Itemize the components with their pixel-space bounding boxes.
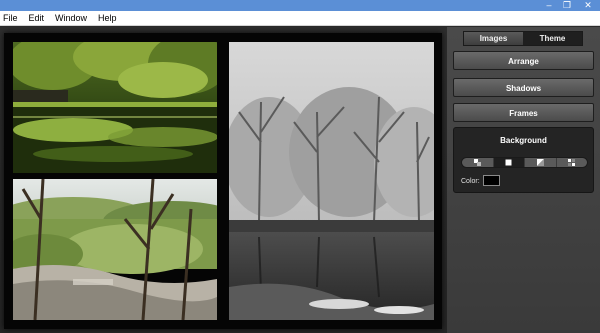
- solid-option[interactable]: [493, 158, 525, 167]
- menu-edit[interactable]: Edit: [28, 13, 46, 23]
- background-style-selector: [461, 157, 588, 168]
- winter-lake-photo[interactable]: [229, 42, 434, 320]
- texture-option[interactable]: [557, 158, 588, 167]
- background-section: Background Color:: [453, 127, 594, 193]
- maximize-button[interactable]: ❐: [558, 0, 576, 11]
- side-panel: Images Theme Arrange Shadows Frames Back…: [447, 27, 600, 333]
- menu-file[interactable]: File: [2, 13, 19, 23]
- window-controls: – ❐ ✕: [540, 0, 600, 11]
- collage-page[interactable]: [4, 33, 442, 329]
- menu-bar: File Edit Window Help: [0, 11, 600, 26]
- panel-tabs: Images Theme: [463, 31, 583, 46]
- shadows-button[interactable]: Shadows: [453, 78, 594, 97]
- window-titlebar: – ❐ ✕: [0, 0, 600, 11]
- background-color-swatch[interactable]: [483, 175, 500, 186]
- gradient-icon: [473, 159, 481, 166]
- background-title: Background: [500, 136, 547, 145]
- frames-button[interactable]: Frames: [453, 103, 594, 122]
- menu-help[interactable]: Help: [97, 13, 118, 23]
- solid-icon: [505, 159, 512, 166]
- color-label: Color:: [461, 178, 480, 185]
- spring-river-photo[interactable]: [13, 179, 217, 320]
- menu-window[interactable]: Window: [54, 13, 88, 23]
- texture-icon: [568, 159, 576, 166]
- close-button[interactable]: ✕: [576, 0, 600, 11]
- tab-images[interactable]: Images: [464, 32, 523, 45]
- arrange-button[interactable]: Arrange: [453, 51, 594, 70]
- collage-canvas[interactable]: [0, 27, 447, 333]
- fade-icon: [536, 159, 544, 166]
- minimize-button[interactable]: –: [540, 0, 558, 11]
- forest-river-photo[interactable]: [13, 42, 217, 173]
- fade-option[interactable]: [525, 158, 557, 167]
- gradient-option[interactable]: [462, 158, 494, 167]
- tab-theme[interactable]: Theme: [523, 32, 582, 45]
